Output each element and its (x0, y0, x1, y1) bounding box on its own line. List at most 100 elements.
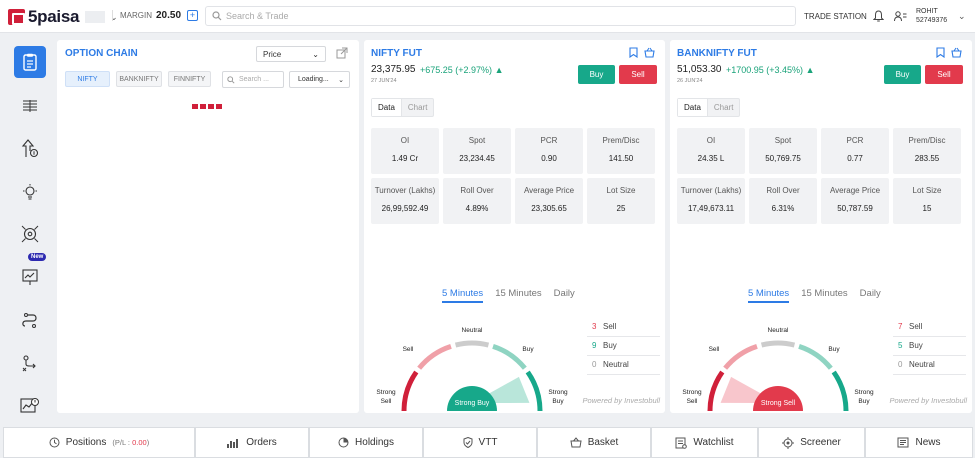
chevron-down-icon: ⌄ (338, 76, 344, 84)
stat-cell: Spot 23,234.45 (443, 128, 511, 174)
sidebar-item-upload[interactable] (14, 133, 46, 165)
sidebar-item-analytics[interactable] (14, 390, 46, 422)
sidebar-item-strategy[interactable] (14, 304, 46, 336)
buy-button[interactable]: Buy (578, 65, 615, 84)
tab-chart[interactable]: Chart (402, 99, 434, 116)
option-search-placeholder: Search ... (239, 76, 269, 83)
stat-label: Prem/Disc (908, 136, 946, 145)
timeframe-tab[interactable]: 5 Minutes (748, 288, 790, 303)
sidebar-item-target[interactable] (14, 218, 46, 250)
gauge-label: Strong (854, 389, 874, 396)
timeframe-tab[interactable]: 5 Minutes (442, 288, 484, 303)
basket-icon[interactable] (644, 47, 655, 58)
gauge-result: Strong Sell (761, 400, 796, 407)
flow-icon (22, 355, 36, 372)
legend-row: 9 Buy (587, 337, 660, 356)
gauge-segment (831, 370, 849, 412)
add-funds-button[interactable]: + (187, 10, 199, 21)
basket-button[interactable]: Basket (537, 427, 651, 458)
chip-nifty[interactable]: NIFTY (65, 71, 110, 87)
trade-station-link[interactable]: TRADE STATION (804, 12, 867, 21)
watchlist-button[interactable]: Watchlist (651, 427, 758, 458)
sidebar-item-flow[interactable] (14, 347, 46, 379)
timeframe-tab[interactable]: Daily (860, 288, 881, 303)
banknifty-fut-panel: BANKNIFTY FUT 51,053.30 +1700.95 (+3.45%… (670, 40, 972, 413)
clipboard-icon (23, 53, 37, 71)
stat-label: Roll Over (766, 186, 800, 195)
stat-cell: Turnover (Lakhs) 26,99,592.49 (371, 178, 439, 224)
news-label: News (915, 437, 941, 448)
stat-label: Prem/Disc (602, 136, 640, 145)
account-selector[interactable] (85, 11, 106, 23)
fut-price: 23,375.95 (371, 64, 416, 75)
arrow-up-chart-icon (21, 139, 39, 158)
holdings-button[interactable]: Holdings (309, 427, 423, 458)
signal-legend: 7 Sell 5 Buy 0 Neutral (893, 318, 966, 375)
sidebar-item-list[interactable] (14, 90, 46, 122)
basket-icon (570, 437, 582, 448)
gauge-label: Sell (709, 346, 720, 353)
tab-data[interactable]: Data (372, 99, 402, 116)
brand-logo[interactable]: 5paisa ⌄ (8, 7, 118, 27)
external-link-icon[interactable] (336, 47, 348, 59)
legend-row: 3 Sell (587, 318, 660, 337)
bookmark-icon[interactable] (936, 47, 945, 58)
stat-value: 1.49 Cr (391, 154, 419, 163)
chip-finnifty[interactable]: FINNIFTY (168, 71, 211, 87)
tab-chart[interactable]: Chart (708, 99, 740, 116)
sell-button[interactable]: Sell (619, 65, 657, 84)
bottom-bar: Positions (P/L : 0.00) Orders Holdings V… (3, 427, 973, 458)
timeframe-tab[interactable]: Daily (554, 288, 575, 303)
sell-button[interactable]: Sell (925, 65, 963, 84)
basket-icon[interactable] (951, 47, 962, 58)
vtt-button[interactable]: VTT (423, 427, 537, 458)
stat-value: 141.50 (608, 154, 634, 163)
gauge-label: Strong (376, 389, 396, 396)
bookmark-icon[interactable] (629, 47, 638, 58)
stat-value: 26,99,592.49 (381, 204, 429, 213)
legend-count: 5 (898, 341, 903, 350)
bell-icon[interactable] (873, 10, 884, 22)
stat-cell: PCR 0.90 (515, 128, 583, 174)
legend-count: 9 (592, 341, 597, 350)
user-info[interactable]: ROHIT 52749376 (916, 7, 947, 25)
price-select[interactable]: Price ⌄ (256, 46, 326, 62)
stat-cell: Prem/Disc 283.55 (893, 128, 961, 174)
buy-button[interactable]: Buy (884, 65, 921, 84)
news-button[interactable]: News (865, 427, 973, 458)
legend-label: Sell (603, 322, 617, 331)
expiry-select[interactable]: Loading... ⌄ (289, 71, 350, 88)
list-icon (23, 100, 37, 112)
shield-icon (463, 437, 473, 448)
stat-label: PCR (540, 136, 558, 145)
sidebar-item-screener-chart[interactable] (14, 261, 46, 293)
stats-grid: OI 24.35 L Spot 50,769.75 PCR 0.77 Prem/Disc 28… (677, 128, 961, 224)
sidebar-item-option-chain[interactable] (14, 46, 46, 78)
orders-button[interactable]: Orders (195, 427, 309, 458)
tab-data[interactable]: Data (678, 99, 708, 116)
sidebar-item-ideas[interactable] (14, 176, 46, 208)
search-icon (212, 11, 222, 21)
stat-cell: Average Price 50,787.59 (821, 178, 889, 224)
chevron-down-icon[interactable]: ⌄ (958, 11, 966, 22)
watchlist-icon (675, 437, 688, 449)
timeframe-tab[interactable]: 15 Minutes (801, 288, 847, 303)
user-card-icon[interactable] (894, 10, 907, 22)
fut-change: +675.25 (+2.97%) ▲ (420, 65, 504, 75)
screener-button[interactable]: Screener (758, 427, 865, 458)
stat-value: 4.89% (465, 204, 489, 213)
stat-value: 23,234.45 (459, 154, 495, 163)
search-trade-input[interactable]: Search & Trade (205, 6, 796, 26)
new-badge: New (28, 253, 47, 261)
positions-button[interactable]: Positions (P/L : 0.00) (3, 427, 195, 458)
option-search-input[interactable]: Search ... (222, 71, 284, 88)
sentiment-gauge: Strong Sell Strong Sell Sell Neutral Buy Stron… (682, 327, 874, 412)
option-chain-panel: OPTION CHAIN Price ⌄ NIFTY BANKNIFTY FIN… (57, 40, 359, 413)
timeframe-tab[interactable]: 15 Minutes (495, 288, 541, 303)
legend-label: Buy (909, 341, 923, 350)
gauge-label: Buy (552, 398, 564, 405)
chip-banknifty[interactable]: BANKNIFTY (116, 71, 162, 87)
legend-row: 7 Sell (893, 318, 966, 337)
target-icon (21, 225, 39, 243)
crosshair-icon (782, 436, 795, 449)
